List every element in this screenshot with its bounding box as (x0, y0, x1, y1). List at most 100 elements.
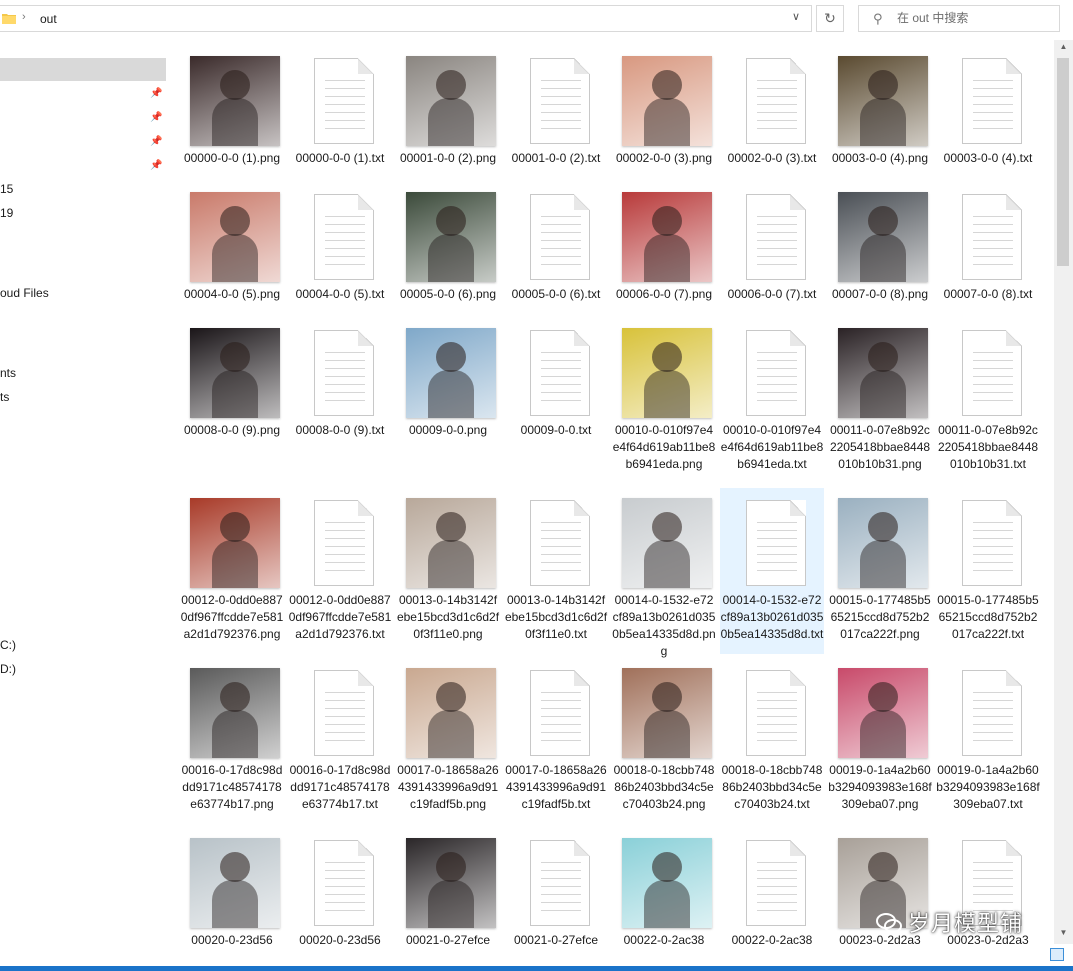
nav-selected-item[interactable] (0, 58, 166, 81)
image-thumbnail (190, 56, 280, 146)
file-item-png[interactable]: 00002-0-0 (3).png (612, 46, 716, 178)
file-item-png[interactable]: 00015-0-177485b565215ccd8d752b2017ca222f… (828, 488, 932, 654)
file-item-png[interactable]: 00012-0-0dd0e8870df967ffcdde7e581a2d1d79… (180, 488, 284, 654)
file-name: 00019-0-1a4a2b60b3294093983e168f309eba07… (828, 763, 932, 811)
file-name: 00011-0-07e8b92c2205418bbae8448010b10b31… (937, 423, 1039, 471)
file-item-txt[interactable]: 00010-0-010f97e4e4f64d619ab11be8b6941eda… (720, 318, 824, 484)
file-item-png[interactable]: 00021-0-27efce (396, 828, 500, 944)
file-item-txt[interactable]: 00000-0-0 (1).txt (288, 46, 392, 178)
file-item-png[interactable]: 00000-0-0 (1).png (180, 46, 284, 178)
file-name: 00010-0-010f97e4e4f64d619ab11be8b6941eda… (612, 423, 716, 471)
refresh-button[interactable]: ↻ (816, 5, 844, 32)
file-item-txt[interactable]: 00017-0-18658a264391433996a9d91c19fadf5b… (504, 658, 608, 824)
image-thumbnail (622, 328, 712, 418)
file-item-png[interactable]: 00020-0-23d56 (180, 828, 284, 944)
file-item-txt[interactable]: 00006-0-0 (7).txt (720, 182, 824, 314)
file-name: 00008-0-0 (9).txt (295, 423, 385, 437)
file-item-png[interactable]: 00003-0-0 (4).png (828, 46, 932, 178)
file-item-txt[interactable]: 00008-0-0 (9).txt (288, 318, 392, 484)
scrollbar-thumb[interactable] (1057, 58, 1069, 266)
file-name: 00014-0-1532-e72cf89a13b0261d0350b5ea143… (612, 593, 716, 658)
file-item-png[interactable]: 00022-0-2ac38 (612, 828, 716, 944)
file-item-txt[interactable]: 00012-0-0dd0e8870df967ffcdde7e581a2d1d79… (288, 488, 392, 654)
text-document-icon (314, 670, 374, 756)
vertical-scrollbar[interactable]: ▲ ▼ (1054, 40, 1073, 944)
taskbar-edge (0, 966, 1073, 971)
file-item-png[interactable]: 00001-0-0 (2).png (396, 46, 500, 178)
file-item-txt[interactable]: 00007-0-0 (8).txt (936, 182, 1040, 314)
image-thumbnail (190, 498, 280, 588)
file-item-png[interactable]: 00005-0-0 (6).png (396, 182, 500, 314)
scroll-up-icon[interactable]: ▲ (1054, 42, 1073, 56)
chevron-right-icon[interactable]: › (22, 11, 26, 23)
file-item-png[interactable]: 00019-0-1a4a2b60b3294093983e168f309eba07… (828, 658, 932, 824)
file-name: 00017-0-18658a264391433996a9d91c19fadf5b… (505, 763, 607, 811)
file-item-txt[interactable]: 00019-0-1a4a2b60b3294093983e168f309eba07… (936, 658, 1040, 824)
file-name: 00017-0-18658a264391433996a9d91c19fadf5b… (397, 763, 499, 811)
file-name: 00003-0-0 (4).txt (943, 151, 1033, 165)
file-item-txt[interactable]: 00004-0-0 (5).txt (288, 182, 392, 314)
file-item-txt[interactable]: 00016-0-17d8c98ddd9171c48574178e63774b17… (288, 658, 392, 824)
chevron-down-icon[interactable]: ∨ (792, 10, 800, 23)
file-name: 00006-0-0 (7).png (615, 287, 713, 301)
file-item-txt[interactable]: 00002-0-0 (3).txt (720, 46, 824, 178)
file-item-txt[interactable]: 00014-0-1532-e72cf89a13b0261d0350b5ea143… (720, 488, 824, 654)
large-icons-view-icon[interactable] (1050, 948, 1064, 961)
file-name: 00007-0-0 (8).txt (943, 287, 1033, 301)
file-item-png[interactable]: 00013-0-14b3142febe15bcd3d1c6d2f0f3f11e0… (396, 488, 500, 654)
breadcrumb-out[interactable]: out (40, 12, 57, 26)
watermark-text: 岁月模型铺 (908, 912, 1024, 937)
file-item-txt[interactable]: 00021-0-27efce (504, 828, 608, 944)
text-document-icon (530, 330, 590, 416)
search-box[interactable]: ⚲ (858, 5, 1060, 32)
file-name: 00015-0-177485b565215ccd8d752b2017ca222f… (829, 593, 931, 641)
file-item-png[interactable]: 00018-0-18cbb74886b2403bbd34c5ec70403b24… (612, 658, 716, 824)
text-document-icon (746, 500, 806, 586)
search-input[interactable] (897, 9, 1047, 27)
nav-item-label[interactable]: 19 (0, 206, 13, 220)
file-item-txt[interactable]: 00018-0-18cbb74886b2403bbd34c5ec70403b24… (720, 658, 824, 824)
file-item-png[interactable]: 00006-0-0 (7).png (612, 182, 716, 314)
image-thumbnail (622, 56, 712, 146)
file-item-txt[interactable]: 00011-0-07e8b92c2205418bbae8448010b10b31… (936, 318, 1040, 484)
file-item-png[interactable]: 00017-0-18658a264391433996a9d91c19fadf5b… (396, 658, 500, 824)
file-item-txt[interactable]: 00020-0-23d56 (288, 828, 392, 944)
file-item-png[interactable]: 00009-0-0.png (396, 318, 500, 484)
file-item-txt[interactable]: 00009-0-0.txt (504, 318, 608, 484)
nav-item-label[interactable]: nts (0, 366, 16, 380)
file-item-png[interactable]: 00010-0-010f97e4e4f64d619ab11be8b6941eda… (612, 318, 716, 484)
text-document-icon (314, 330, 374, 416)
image-thumbnail (190, 668, 280, 758)
file-item-png[interactable]: 00004-0-0 (5).png (180, 182, 284, 314)
file-name: 00009-0-0.txt (520, 423, 592, 437)
file-name: 00003-0-0 (4).png (831, 151, 929, 165)
nav-item-label[interactable]: oud Files (0, 286, 49, 300)
file-item-txt[interactable]: 00015-0-177485b565215ccd8d752b2017ca222f… (936, 488, 1040, 654)
image-thumbnail (622, 498, 712, 588)
image-thumbnail (838, 498, 928, 588)
image-thumbnail (190, 328, 280, 418)
file-item-png[interactable]: 00011-0-07e8b92c2205418bbae8448010b10b31… (828, 318, 932, 484)
address-bar[interactable]: › out ∨ (0, 5, 812, 32)
refresh-icon: ↻ (824, 10, 836, 26)
nav-item-label[interactable]: D:) (0, 662, 16, 676)
file-item-txt[interactable]: 00003-0-0 (4).txt (936, 46, 1040, 178)
file-item-txt[interactable]: 00013-0-14b3142febe15bcd3d1c6d2f0f3f11e0… (504, 488, 608, 654)
file-item-png[interactable]: 00016-0-17d8c98ddd9171c48574178e63774b17… (180, 658, 284, 824)
file-item-png[interactable]: 00014-0-1532-e72cf89a13b0261d0350b5ea143… (612, 488, 716, 658)
text-document-icon (746, 194, 806, 280)
nav-item-label[interactable]: 15 (0, 182, 13, 196)
file-item-txt[interactable]: 00005-0-0 (6).txt (504, 182, 608, 314)
file-item-png[interactable]: 00008-0-0 (9).png (180, 318, 284, 484)
image-thumbnail (406, 668, 496, 758)
text-document-icon (530, 194, 590, 280)
file-name: 00005-0-0 (6).txt (511, 287, 601, 301)
file-item-png[interactable]: 00007-0-0 (8).png (828, 182, 932, 314)
file-item-txt[interactable]: 00001-0-0 (2).txt (504, 46, 608, 178)
file-name: 00012-0-0dd0e8870df967ffcdde7e581a2d1d79… (180, 593, 284, 641)
scroll-down-icon[interactable]: ▼ (1054, 928, 1073, 942)
nav-item-label[interactable]: C:) (0, 638, 16, 652)
nav-item-label[interactable]: ts (0, 390, 9, 404)
file-item-txt[interactable]: 00022-0-2ac38 (720, 828, 824, 944)
file-name: 00007-0-0 (8).png (831, 287, 929, 301)
